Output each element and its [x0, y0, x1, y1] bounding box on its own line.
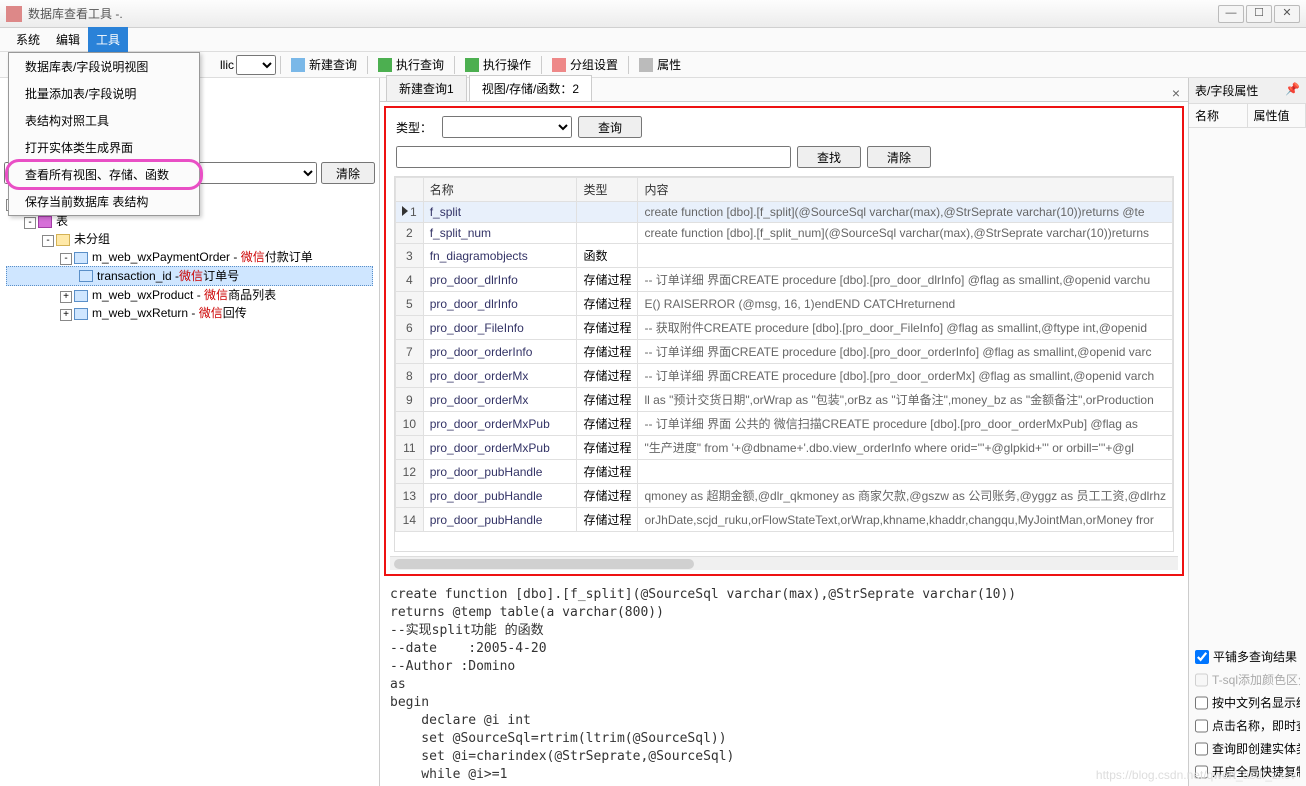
table-row[interactable]: 7pro_door_orderInfo存储过程-- 订单详细 界面CREATE … [396, 340, 1173, 364]
tree-ungrouped[interactable]: -未分组 [6, 230, 373, 248]
db-dropdown-partial: llic [220, 58, 234, 72]
table-row[interactable]: 13pro_door_pubHandle存储过程qmoney as 超期金额,@… [396, 484, 1173, 508]
table-row[interactable]: 8pro_door_orderMx存储过程-- 订单详细 界面CREATE pr… [396, 364, 1173, 388]
menubar: 系统 编辑 工具 [0, 28, 1306, 52]
type-label: 类型： [396, 119, 432, 136]
col-content[interactable]: 内容 [638, 178, 1173, 202]
properties-pane: 表/字段属性 📌 名称 属性值 平铺多查询结果 T-sql添加颜色区分 按中文列名… [1188, 78, 1306, 786]
menu-edit[interactable]: 编辑 [48, 27, 88, 52]
menu-item-view-all-proc[interactable]: 查看所有视图、存储、函数 [9, 161, 199, 188]
check-cn-cols[interactable]: 按中文列名显示结 [1195, 694, 1300, 711]
minimize-button[interactable]: — [1218, 5, 1244, 23]
tab-close-button[interactable]: × [1164, 85, 1188, 101]
tab-new-query[interactable]: 新建查询1 [386, 75, 467, 101]
props-button[interactable]: 属性 [633, 54, 687, 75]
tab-view-proc[interactable]: 视图/存储/函数：2 [469, 75, 592, 101]
new-query-button[interactable]: 新建查询 [285, 54, 363, 75]
new-query-icon [291, 58, 305, 72]
run-query-button[interactable]: 执行查询 [372, 54, 450, 75]
menu-item-batch-add-desc[interactable]: 批量添加表/字段说明 [9, 80, 199, 107]
table-row[interactable]: 11pro_door_orderMxPub存储过程"生产进度" from '+@… [396, 436, 1173, 460]
results-grid: 名称 类型 内容 1f_splitcreate function [dbo].[… [395, 177, 1173, 532]
props-title: 表/字段属性 [1195, 82, 1258, 99]
menu-item-table-field-desc[interactable]: 数据库表/字段说明视图 [9, 53, 199, 80]
play-icon [465, 58, 479, 72]
code-preview: create function [dbo].[f_split](@SourceS… [380, 580, 1188, 786]
filter-clear-button[interactable]: 清除 [321, 162, 375, 184]
props-icon [639, 58, 653, 72]
prop-col-value: 属性值 [1248, 104, 1306, 127]
db-tree: -door_szkj_Public -表 -未分组 -m_web_wxPayme… [0, 188, 379, 786]
col-name[interactable]: 名称 [423, 178, 577, 202]
check-flatten[interactable]: 平铺多查询结果 [1195, 648, 1300, 665]
type-select[interactable] [442, 116, 572, 138]
titlebar: 数据库查看工具 -. — ☐ ✕ [0, 0, 1306, 28]
table-row[interactable]: 5pro_door_dlrInfo存储过程E() RAISERROR (@msg… [396, 292, 1173, 316]
watermark: https://blog.csdn.net/qwert_asdf_zxcv [1096, 768, 1296, 782]
tools-dropdown: 数据库表/字段说明视图 批量添加表/字段说明 表结构对照工具 打开实体类生成界面… [8, 52, 200, 216]
table-row[interactable]: 14pro_door_pubHandle存储过程orJhDate,scjd_ru… [396, 508, 1173, 532]
prop-col-name: 名称 [1189, 104, 1248, 127]
play-icon [378, 58, 392, 72]
query-button[interactable]: 查询 [578, 116, 642, 138]
table-row[interactable]: 10pro_door_orderMxPub存储过程-- 订单详细 界面 公共的 … [396, 412, 1173, 436]
folder-icon [56, 234, 70, 246]
clear-button[interactable]: 清除 [867, 146, 931, 168]
menu-item-entity-gen[interactable]: 打开实体类生成界面 [9, 134, 199, 161]
maximize-button[interactable]: ☐ [1246, 5, 1272, 23]
table-row[interactable]: 1f_splitcreate function [dbo].[f_split](… [396, 202, 1173, 223]
tree-node-return[interactable]: +m_web_wxReturn - 微信回传 [6, 304, 373, 322]
tree-node-payment[interactable]: -m_web_wxPaymentOrder - 微信付款订单 [6, 248, 373, 266]
results-grid-wrapper: 名称 类型 内容 1f_splitcreate function [dbo].[… [394, 176, 1174, 552]
menu-tools[interactable]: 工具 [88, 27, 128, 52]
window-title: 数据库查看工具 -. [28, 5, 123, 22]
table-icon [74, 290, 88, 302]
check-click-query[interactable]: 点击名称，即时查 [1195, 717, 1300, 734]
table-row[interactable]: 6pro_door_FileInfo存储过程-- 获取附件CREATE proc… [396, 316, 1173, 340]
group-button[interactable]: 分组设置 [546, 54, 624, 75]
table-icon [74, 308, 88, 320]
highlighted-region: 类型： 查询 查找 清除 名称 类型 内容 1f_spli [384, 106, 1184, 576]
table-row[interactable]: 12pro_door_pubHandle存储过程 [396, 460, 1173, 484]
close-button[interactable]: ✕ [1274, 5, 1300, 23]
h-scrollbar[interactable] [390, 556, 1178, 570]
table-icon [74, 252, 88, 264]
run-op-button[interactable]: 执行操作 [459, 54, 537, 75]
table-row[interactable]: 3fn_diagramobjects函数 [396, 244, 1173, 268]
table-row[interactable]: 9pro_door_orderMx存储过程ll as "预计交货日期",orWr… [396, 388, 1173, 412]
pin-icon[interactable]: 📌 [1285, 82, 1300, 99]
tree-node-product[interactable]: +m_web_wxProduct - 微信商品列表 [6, 286, 373, 304]
tab-bar: 新建查询1 视图/存储/函数：2 × [380, 78, 1188, 102]
app-icon [6, 6, 22, 22]
table-row[interactable]: 4pro_door_dlrInfo存储过程-- 订单详细 界面CREATE pr… [396, 268, 1173, 292]
search-input[interactable] [396, 146, 791, 168]
menu-item-save-structure[interactable]: 保存当前数据库 表结构 [9, 188, 199, 215]
table-row[interactable]: 2f_split_numcreate function [dbo].[f_spl… [396, 223, 1173, 244]
menu-item-structure-compare[interactable]: 表结构对照工具 [9, 107, 199, 134]
tables-icon [38, 216, 52, 228]
check-tsql-color[interactable]: T-sql添加颜色区分 [1195, 671, 1300, 688]
db-select[interactable] [236, 55, 276, 75]
column-icon [79, 270, 93, 282]
col-type[interactable]: 类型 [577, 178, 638, 202]
tree-node-transaction-id[interactable]: transaction_id - 微信订单号 [6, 266, 373, 286]
menu-system[interactable]: 系统 [8, 27, 48, 52]
check-create-entity[interactable]: 查询即创建实体类 [1195, 740, 1300, 757]
group-icon [552, 58, 566, 72]
search-button[interactable]: 查找 [797, 146, 861, 168]
main-pane: 新建查询1 视图/存储/函数：2 × 类型： 查询 查找 清除 名称 [380, 78, 1188, 786]
